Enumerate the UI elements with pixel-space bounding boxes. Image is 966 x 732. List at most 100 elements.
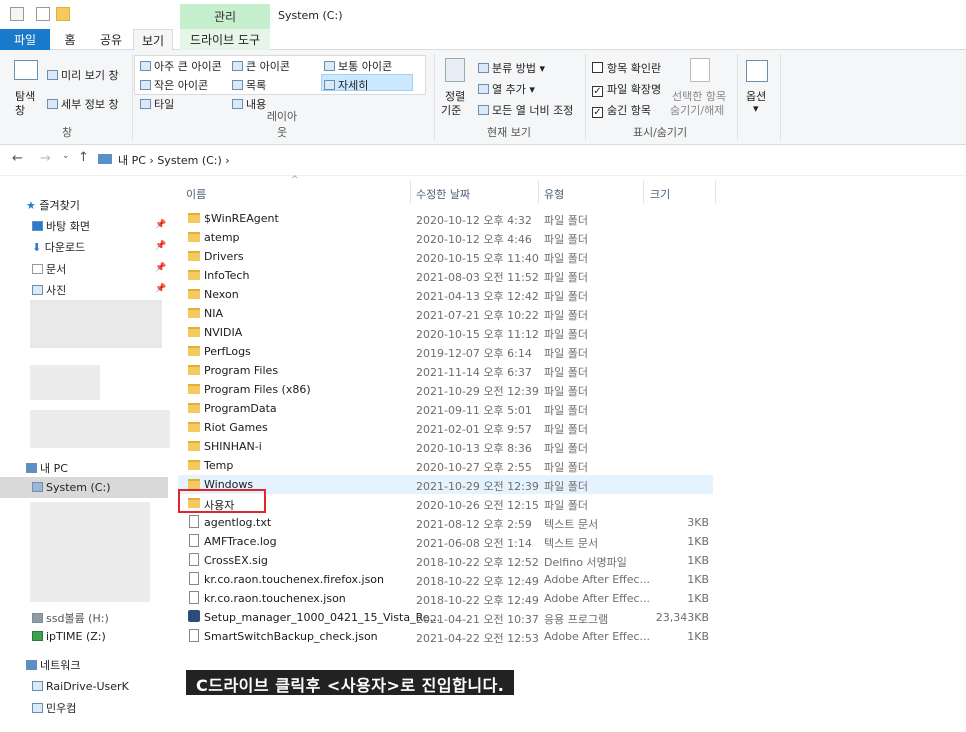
nav-pictures[interactable]: 사진 <box>32 282 66 298</box>
details-pane-icon <box>47 99 58 109</box>
forward-icon[interactable]: → <box>40 151 51 166</box>
table-row[interactable]: Temp 2020-10-27 오후 2:55 파일 폴더 <box>178 456 713 475</box>
tab-file[interactable]: 파일 <box>0 29 50 50</box>
separator <box>434 54 435 140</box>
table-row[interactable]: SHINHAN-i 2020-10-13 오후 8:36 파일 폴더 <box>178 437 713 456</box>
table-row[interactable]: InfoTech 2021-08-03 오전 11:52 파일 폴더 <box>178 266 713 285</box>
nav-pane-button-2[interactable]: 창 <box>15 102 25 118</box>
options-icon[interactable] <box>746 60 768 82</box>
table-row[interactable]: Program Files (x86) 2021-10-29 오전 12:39 파일… <box>178 380 713 399</box>
back-icon[interactable]: ← <box>12 151 23 166</box>
table-row[interactable]: kr.co.raon.touchenex.json 2018-10-22 오후 1… <box>178 589 713 608</box>
nav-this-pc[interactable]: 내 PC <box>26 460 68 476</box>
column-header-type[interactable]: 유형 <box>544 186 564 202</box>
sort-button-2[interactable]: 기준 <box>441 102 461 118</box>
tab-share[interactable]: 공유 <box>96 29 126 50</box>
layout-xl-icons[interactable]: 아주 큰 아이콘 <box>140 58 222 74</box>
new-folder-icon[interactable] <box>56 7 70 21</box>
column-header-size[interactable]: 크기 <box>650 186 670 202</box>
table-row[interactable]: NIA 2021-07-21 오후 10:22 파일 폴더 <box>178 304 713 323</box>
add-column-label: 열 추가 <box>492 83 526 96</box>
nav-network[interactable]: 네트워크 <box>26 657 80 673</box>
recent-chevron-icon[interactable]: ⌄ <box>62 151 70 161</box>
add-column-button[interactable]: 열 추가 ▾ <box>478 81 535 97</box>
properties-icon[interactable] <box>36 7 50 21</box>
separator <box>585 54 586 140</box>
separator <box>780 54 781 140</box>
file-name: Temp <box>204 459 234 472</box>
layout-s-icons-label: 작은 아이콘 <box>154 79 209 92</box>
preview-pane-button[interactable]: 미리 보기 창 <box>47 67 119 83</box>
file-date: 2018-10-22 오후 12:52 <box>416 556 539 569</box>
file-date: 2021-04-13 오후 12:42 <box>416 290 539 303</box>
nav-system-c[interactable]: System (C:) <box>32 481 111 494</box>
tab-drive-tools[interactable]: 드라이브 도구 <box>180 29 270 50</box>
context-tab-manage[interactable]: 관리 <box>180 4 270 29</box>
tab-view[interactable]: 보기 <box>133 29 173 51</box>
details-pane-button[interactable]: 세부 정보 창 <box>47 96 119 112</box>
nav-network-label: 네트워크 <box>40 659 81 672</box>
table-row[interactable]: ProgramData 2021-09-11 오후 5:01 파일 폴더 <box>178 399 713 418</box>
preview-pane-label: 미리 보기 창 <box>61 69 119 82</box>
table-row[interactable]: SmartSwitchBackup_check.json 2021-04-22 오… <box>178 627 713 646</box>
nav-minwoo[interactable]: 민우컴 <box>32 700 76 716</box>
layout-tiles-label: 타일 <box>154 98 175 111</box>
item-checkboxes-toggle[interactable]: 항목 확인란 <box>592 60 661 76</box>
table-row[interactable]: Nexon 2021-04-13 오후 12:42 파일 폴더 <box>178 285 713 304</box>
up-icon[interactable]: ↑ <box>78 150 89 165</box>
file-date: 2021-08-12 오후 2:59 <box>416 518 532 531</box>
file-date: 2020-10-12 오후 4:32 <box>416 214 532 227</box>
table-row[interactable]: agentlog.txt 2021-08-12 오후 2:59 텍스트 문서 3KB <box>178 513 713 532</box>
table-row[interactable]: Drivers 2020-10-15 오후 11:40 파일 폴더 <box>178 247 713 266</box>
table-row[interactable]: Setup_manager_1000_0421_15_Vista_Re... 20… <box>178 608 713 627</box>
nav-minwoo-label: 민우컴 <box>46 702 77 715</box>
layout-s-icons[interactable]: 작은 아이콘 <box>140 77 208 93</box>
nav-iptime-label: ipTIME (Z:) <box>46 630 106 643</box>
nav-downloads[interactable]: ⬇ 다운로드 <box>32 239 85 255</box>
layout-tiles[interactable]: 타일 <box>140 96 174 112</box>
layout-m-icons[interactable]: 보통 아이콘 <box>324 58 392 74</box>
nav-documents[interactable]: 문서 <box>32 261 66 277</box>
table-row[interactable]: atemp 2020-10-12 오후 4:46 파일 폴더 <box>178 228 713 247</box>
column-divider[interactable] <box>715 180 716 204</box>
file-name: kr.co.raon.touchenex.firefox.json <box>204 573 385 586</box>
breadcrumb[interactable]: 내 PC › System (C:) › <box>118 152 230 168</box>
nav-desktop[interactable]: 바탕 화면 <box>32 218 90 234</box>
table-row[interactable]: Program Files 2021-11-14 오후 6:37 파일 폴더 <box>178 361 713 380</box>
layout-l-icons[interactable]: 큰 아이콘 <box>232 58 290 74</box>
table-row[interactable]: NVIDIA 2020-10-15 오후 11:12 파일 폴더 <box>178 323 713 342</box>
table-row[interactable]: kr.co.raon.touchenex.firefox.json 2018-10… <box>178 570 713 589</box>
file-type: 파일 폴더 <box>544 271 588 284</box>
table-row[interactable]: AMFTrace.log 2021-06-08 오전 1:14 텍스트 문서 1KB <box>178 532 713 551</box>
table-row[interactable]: Riot Games 2021-02-01 오후 9:57 파일 폴더 <box>178 418 713 437</box>
network-drive-icon <box>32 631 43 641</box>
file-name: ProgramData <box>204 402 277 415</box>
nav-quick-access[interactable]: ★ 즐겨찾기 <box>26 197 80 213</box>
column-divider[interactable] <box>643 180 644 204</box>
hidden-items-toggle[interactable]: ✓ 숨긴 항목 <box>592 102 651 118</box>
options-chevron-icon[interactable]: ▾ <box>753 102 759 115</box>
file-type: 파일 폴더 <box>544 309 588 322</box>
nav-iptime[interactable]: ipTIME (Z:) <box>32 630 106 643</box>
table-row[interactable]: $WinREAgent 2020-10-12 오후 4:32 파일 폴더 <box>178 209 713 228</box>
app-icon[interactable] <box>10 7 24 21</box>
layout-details[interactable]: 자세히 <box>324 77 368 93</box>
column-header-date[interactable]: 수정한 날짜 <box>416 186 470 202</box>
table-row[interactable]: CrossEX.sig 2018-10-22 오후 12:52 Delfino 서명… <box>178 551 713 570</box>
computer-icon <box>32 681 43 691</box>
layout-list[interactable]: 목록 <box>232 77 266 93</box>
nav-pane-icon[interactable] <box>14 60 38 80</box>
table-row[interactable]: PerfLogs 2019-12-07 오후 6:14 파일 폴더 <box>178 342 713 361</box>
column-divider[interactable] <box>410 180 411 204</box>
nav-raidrive[interactable]: RaiDrive-UserK <box>32 680 129 693</box>
nav-ssd-h[interactable]: ssd볼륨 (H:) <box>32 610 109 626</box>
nav-ssd-h-label: ssd볼륨 (H:) <box>46 612 109 625</box>
tab-home[interactable]: 홈 <box>58 29 82 50</box>
sort-icon[interactable] <box>445 58 465 82</box>
column-header-name[interactable]: 이름 <box>186 186 206 202</box>
group-by-button[interactable]: 분류 방법 ▾ <box>478 60 545 76</box>
file-ext-toggle[interactable]: ✓ 파일 확장명 <box>592 81 661 97</box>
fit-columns-button[interactable]: 모든 열 너비 조정 <box>478 102 573 118</box>
xl-icons-icon <box>140 61 151 71</box>
column-divider[interactable] <box>538 180 539 204</box>
